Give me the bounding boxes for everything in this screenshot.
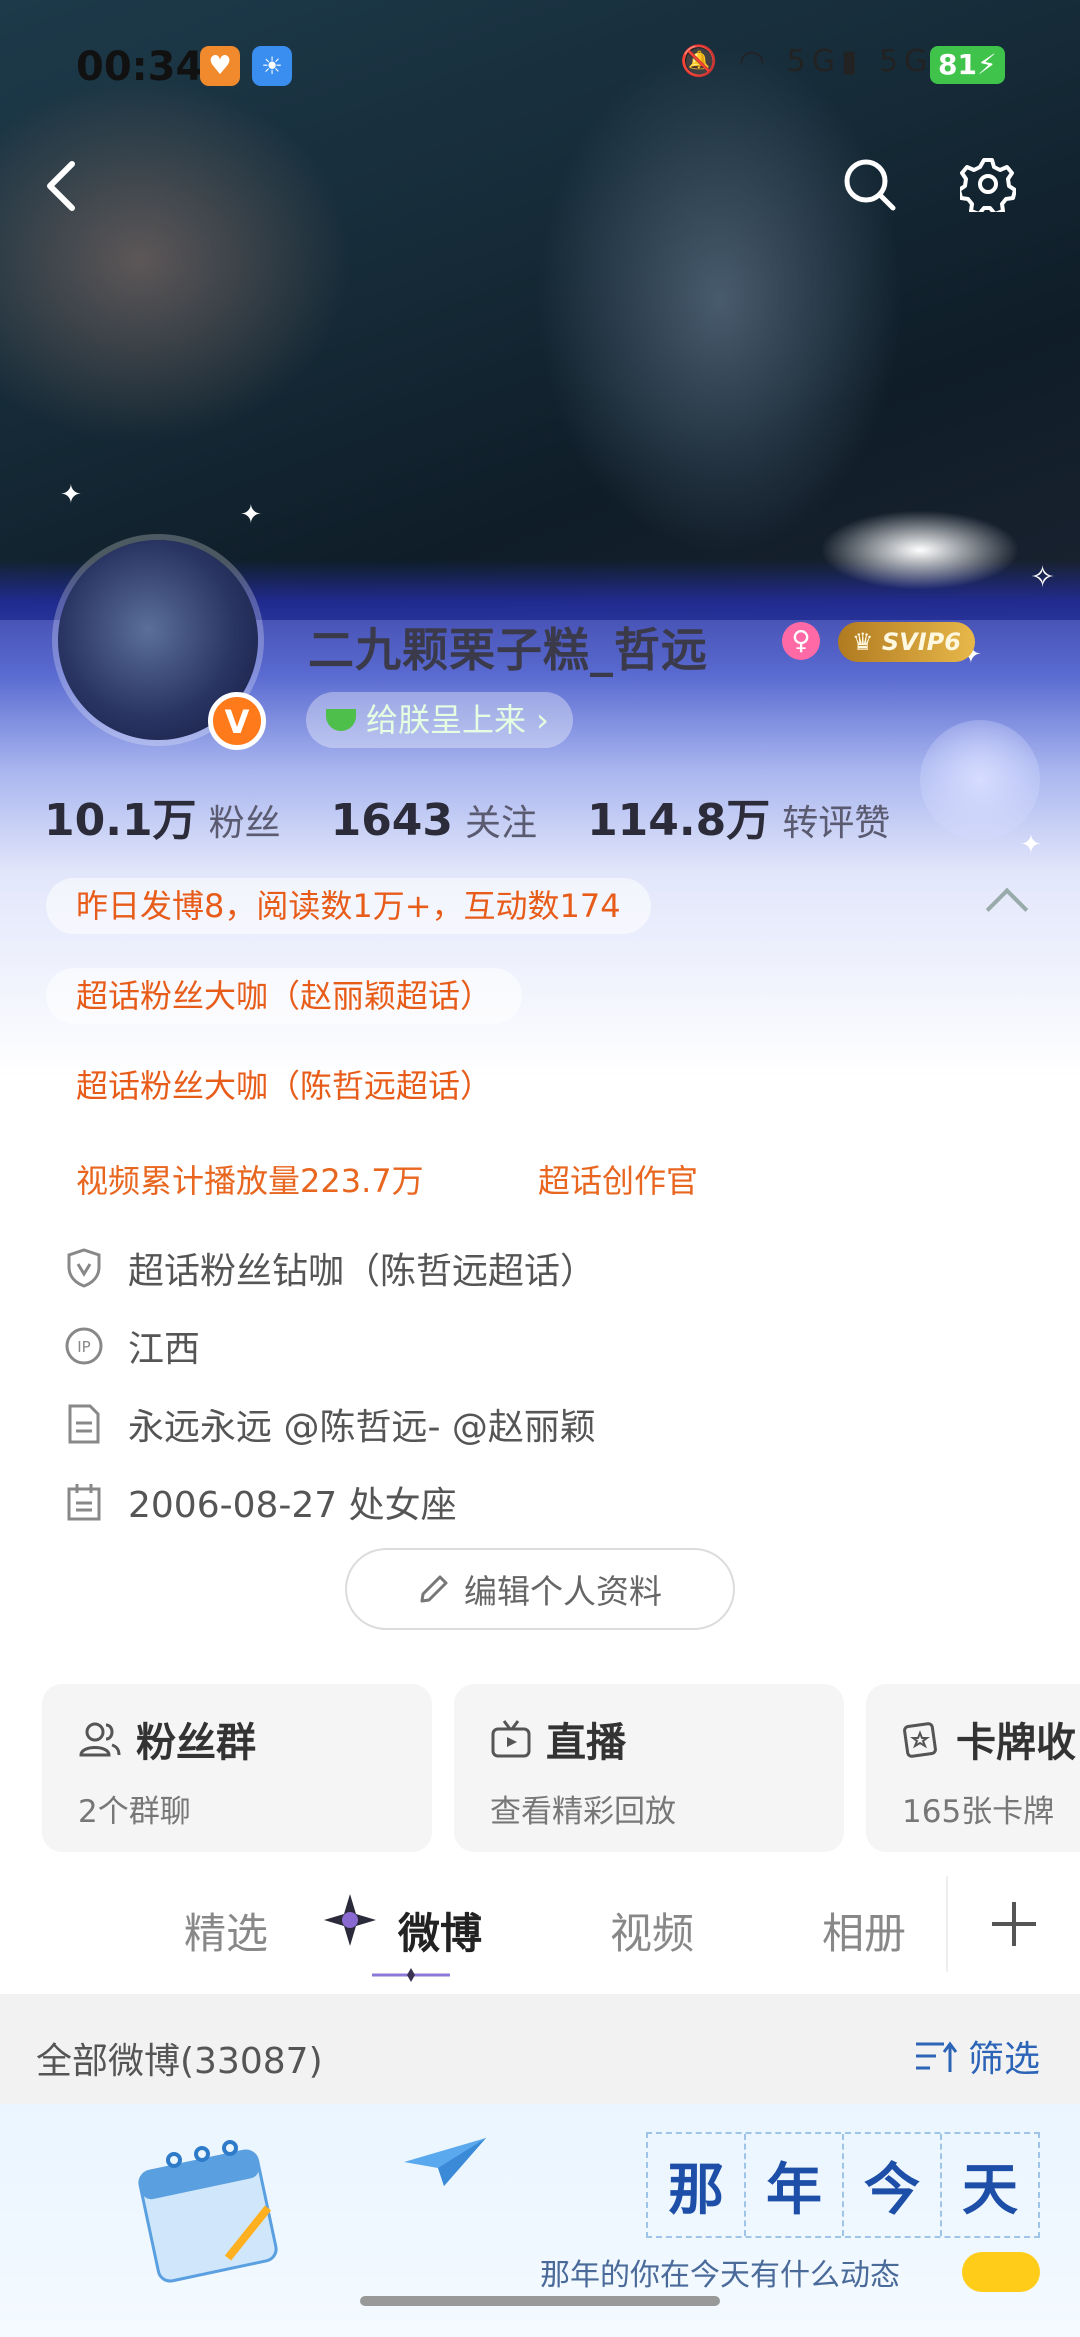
chevron-left-icon bbox=[47, 161, 75, 211]
on-this-day-subtitle: 那年的你在今天有什么动态 bbox=[540, 2258, 900, 2293]
fan-group-card[interactable]: 粉丝群 2个群聊 bbox=[42, 1684, 432, 1852]
group-icon bbox=[79, 1722, 121, 1757]
ip-icon: IP bbox=[64, 1326, 104, 1366]
stat-followers[interactable]: 10.1万 粉丝 bbox=[44, 784, 281, 848]
search-button[interactable] bbox=[833, 148, 905, 220]
fan-tag-chenzheyuan[interactable]: 超话粉丝大咖（陈哲远超话） bbox=[46, 1058, 522, 1114]
info-birthday-row: 2006-08-27 处女座 bbox=[64, 1476, 457, 1528]
app-notification-icon: ♥ bbox=[200, 46, 240, 86]
verified-badge-icon: V bbox=[208, 692, 266, 750]
all-weibo-count: 全部微博(33087) bbox=[36, 2041, 323, 2082]
creator-tag[interactable]: 超话创作官 bbox=[538, 1156, 698, 1202]
stat-following[interactable]: 1643 关注 bbox=[331, 794, 537, 846]
svg-text:IP: IP bbox=[77, 1338, 90, 1356]
paper-plane-icon bbox=[404, 2138, 486, 2186]
filter-button[interactable]: 筛选 bbox=[914, 2030, 1040, 2082]
info-diamond-row: 超话粉丝钻咖（陈哲远超话） bbox=[64, 1242, 596, 1294]
card-collection-card[interactable]: 卡牌收 165张卡牌 bbox=[866, 1684, 1080, 1852]
gift-button[interactable]: 给朕呈上来 › bbox=[306, 692, 573, 748]
lily-decoration bbox=[820, 510, 1020, 590]
tab-album[interactable]: 相册 bbox=[822, 1900, 906, 1961]
sparkle-icon: ✦ bbox=[60, 480, 82, 510]
info-bio-row: 永远永远 @陈哲远- @赵丽颖 bbox=[64, 1398, 596, 1450]
fan-tag-zhaoliying[interactable]: 超话粉丝大咖（赵丽颖超话） bbox=[46, 968, 523, 1024]
settings-button[interactable] bbox=[952, 148, 1024, 220]
tab-video[interactable]: 视频 bbox=[610, 1900, 694, 1961]
stat-likes[interactable]: 114.8万 转评赞 bbox=[587, 784, 890, 848]
info-ip-row: IP 江西 bbox=[64, 1320, 200, 1372]
live-card[interactable]: 直播 查看精彩回放 bbox=[454, 1684, 844, 1852]
shield-icon bbox=[64, 1248, 104, 1288]
signal-icons: 🔕 ◠ 5G▮ 5G▮ bbox=[680, 44, 956, 79]
battery-indicator: 81⚡ bbox=[930, 46, 1005, 84]
weather-icon: ☀ bbox=[252, 46, 292, 86]
edit-profile-button[interactable]: 编辑个人资料 bbox=[345, 1548, 735, 1630]
female-gender-icon: ♀ bbox=[782, 622, 820, 660]
gear-icon bbox=[960, 158, 1016, 212]
username: 二九颗栗子糕_哲远 bbox=[308, 623, 708, 677]
sparkle-icon: ✦ bbox=[1020, 830, 1042, 860]
calendar-icon bbox=[64, 1482, 104, 1522]
tab-weibo[interactable]: 微博 bbox=[398, 1900, 482, 1961]
document-icon bbox=[64, 1404, 104, 1444]
svip-badge[interactable]: ♛ SVIP6 bbox=[838, 622, 975, 662]
tab-featured[interactable]: 精选 bbox=[184, 1900, 268, 1961]
profile-stats: 10.1万 粉丝 1643 关注 114.8万 转评赞 bbox=[44, 784, 890, 848]
video-plays-tag[interactable]: 视频累计播放量223.7万 bbox=[76, 1156, 424, 1202]
flower-decoration bbox=[920, 720, 1040, 840]
calendar-illustration-icon bbox=[138, 2140, 278, 2283]
filter-sort-icon bbox=[916, 2041, 958, 2072]
home-indicator[interactable] bbox=[360, 2296, 720, 2306]
bowl-icon bbox=[326, 709, 356, 731]
search-icon bbox=[844, 159, 896, 211]
sparkle-icon: ✦ bbox=[240, 500, 262, 530]
weibo-tab-decoration-icon bbox=[324, 1894, 376, 1946]
tab-divider bbox=[946, 1876, 948, 1972]
add-tab-plus-icon[interactable] bbox=[990, 1900, 1038, 1948]
tab-indicator bbox=[372, 1968, 450, 1982]
status-time: 00:34 bbox=[76, 44, 204, 90]
card-star-icon bbox=[903, 1722, 937, 1758]
pencil-icon bbox=[420, 1575, 448, 1603]
banner-badge bbox=[962, 2252, 1040, 2292]
sparkle-icon: ✧ bbox=[1030, 560, 1056, 595]
on-this-day-title: 那 年 今 天 bbox=[646, 2132, 1040, 2238]
tv-icon bbox=[491, 1720, 531, 1758]
yesterday-stats-tag[interactable]: 昨日发博8，阅读数1万+，互动数174 bbox=[46, 878, 651, 934]
back-button[interactable] bbox=[24, 150, 96, 222]
